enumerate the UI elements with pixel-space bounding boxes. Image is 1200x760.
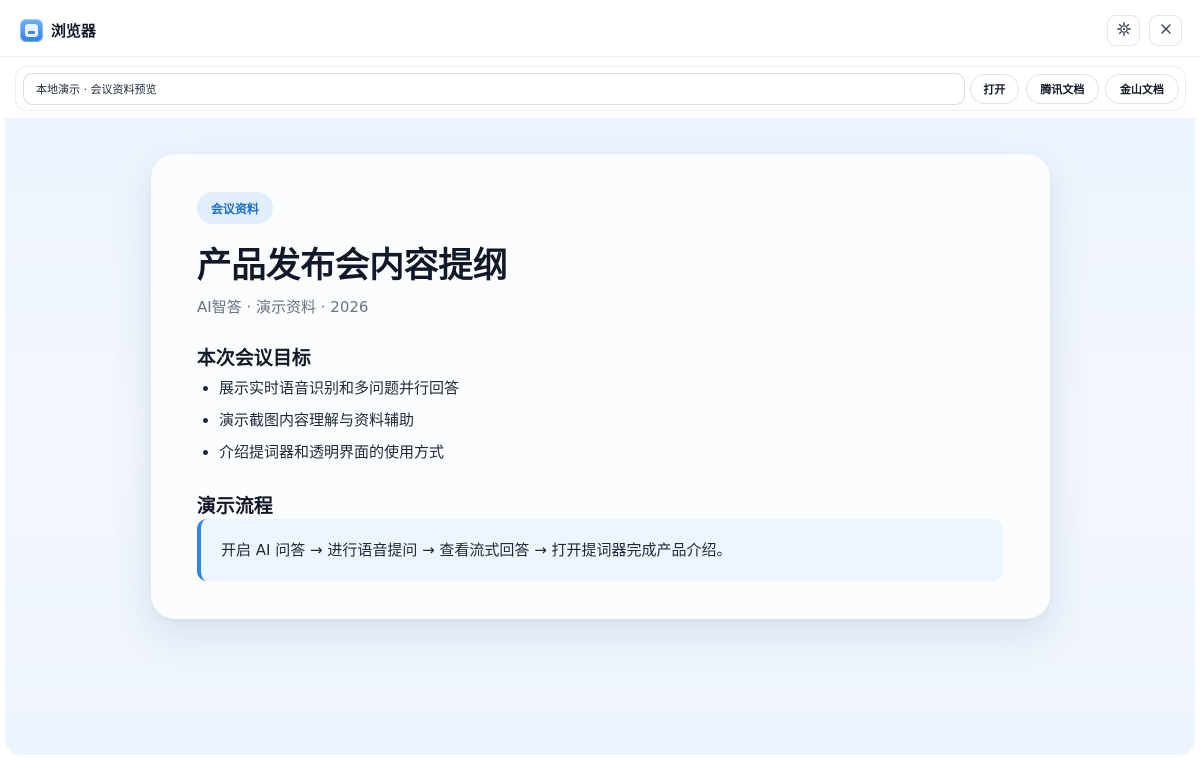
- goal-item: 演示截图内容理解与资料辅助: [197, 404, 459, 436]
- goal-item: 展示实时语音识别和多问题并行回答: [197, 372, 459, 404]
- address-bar: 打开 腾讯文档 金山文档: [15, 66, 1186, 111]
- browser-app-icon: [20, 19, 43, 42]
- open-button[interactable]: 打开: [970, 74, 1019, 104]
- goals-heading: 本次会议目标: [197, 347, 312, 369]
- document-card: 会议资料 产品发布会内容提纲 AI智答 · 演示资料 · 2026 本次会议目标…: [151, 154, 1050, 619]
- flow-callout: 开启 AI 问答 → 进行语音提问 → 查看流式回答 → 打开提词器完成产品介绍…: [197, 519, 1003, 581]
- category-badge: 会议资料: [197, 192, 273, 224]
- address-input[interactable]: [23, 73, 965, 105]
- settings-button[interactable]: [1107, 15, 1140, 46]
- tencent-docs-button[interactable]: 腾讯文档: [1026, 74, 1099, 104]
- kingsoft-docs-button[interactable]: 金山文档: [1105, 74, 1179, 104]
- goal-item: 介绍提词器和透明界面的使用方式: [197, 436, 459, 468]
- app-title: 浏览器: [51, 22, 97, 40]
- gear-icon: [1116, 22, 1131, 39]
- flow-heading: 演示流程: [197, 495, 274, 517]
- close-button[interactable]: [1149, 15, 1182, 46]
- page-viewport[interactable]: 会议资料 产品发布会内容提纲 AI智答 · 演示资料 · 2026 本次会议目标…: [5, 118, 1195, 755]
- title-bar: 浏览器: [0, 0, 1200, 57]
- document-meta: AI智答 · 演示资料 · 2026: [197, 298, 369, 316]
- close-icon: [1160, 23, 1172, 38]
- goals-list: 展示实时语音识别和多问题并行回答 演示截图内容理解与资料辅助 介绍提词器和透明界…: [197, 372, 459, 468]
- document-title: 产品发布会内容提纲: [197, 246, 508, 286]
